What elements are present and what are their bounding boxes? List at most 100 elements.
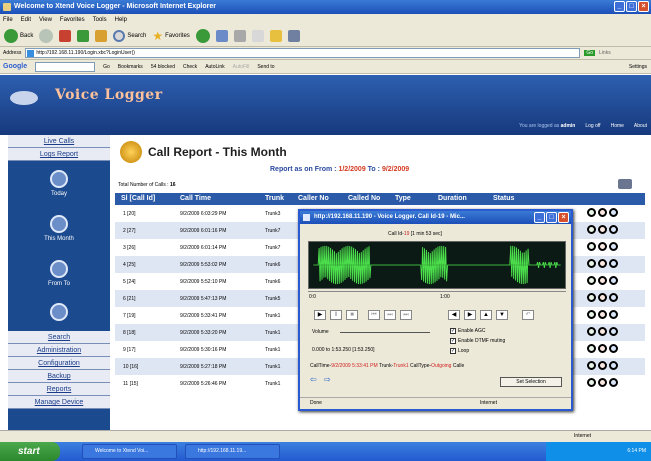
nav-from-to[interactable]: From To — [8, 260, 110, 287]
history-icon[interactable] — [215, 29, 228, 42]
start-button[interactable]: start — [0, 442, 60, 461]
loop-checkbox[interactable]: ✓ Loop — [450, 348, 469, 354]
links-button[interactable]: Links — [599, 50, 611, 56]
delete-icon[interactable] — [598, 344, 607, 353]
delete-icon[interactable] — [598, 327, 607, 336]
check-button[interactable]: Check — [183, 64, 197, 70]
delete-icon[interactable] — [598, 378, 607, 387]
settings-button[interactable]: Settings — [629, 64, 651, 70]
play-icon[interactable] — [587, 361, 596, 370]
forward-icon[interactable] — [39, 28, 54, 43]
nav-logs-report[interactable]: Logs Report — [8, 148, 110, 161]
folder-icon[interactable] — [269, 29, 282, 42]
home-link[interactable]: Home — [611, 123, 624, 129]
zoom-out-button[interactable]: ▶ — [464, 310, 476, 320]
info-icon[interactable] — [609, 259, 618, 268]
print-icon[interactable] — [618, 179, 632, 189]
info-icon[interactable] — [609, 361, 618, 370]
back-button[interactable]: Back — [4, 28, 33, 43]
autofill-button[interactable]: AutoFill — [233, 64, 250, 70]
play-icon[interactable] — [587, 242, 596, 251]
go-button[interactable]: Go — [584, 50, 596, 56]
autolink-button[interactable]: AutoLink — [205, 64, 224, 70]
next-arrow-icon[interactable]: ⇨ — [324, 375, 331, 384]
dtmf-checkbox[interactable]: ✓ Enable DTMF muting — [450, 338, 505, 344]
menu-edit[interactable]: Edit — [21, 17, 31, 23]
menu-favorites[interactable]: Favorites — [60, 17, 85, 23]
rewind-button[interactable]: ⏮ — [368, 310, 380, 320]
menu-file[interactable]: File — [3, 17, 13, 23]
address-input[interactable]: http://192.168.11.190/Login.xbc?LoginUse… — [25, 48, 581, 58]
play-icon[interactable] — [587, 344, 596, 353]
nav-reports[interactable]: Reports — [8, 383, 110, 396]
logoff-link[interactable]: Log off — [585, 123, 600, 129]
set-selection-button[interactable]: Set Selection — [500, 377, 562, 387]
menu-help[interactable]: Help — [115, 17, 127, 23]
delete-icon[interactable] — [598, 208, 607, 217]
nav-today[interactable]: Today — [8, 170, 110, 197]
popup-minimize-button[interactable]: _ — [534, 212, 545, 223]
info-icon[interactable] — [609, 276, 618, 285]
nav-manage-device[interactable]: Manage Device — [8, 396, 110, 409]
play-icon[interactable] — [587, 208, 596, 217]
play-button[interactable]: ▶ — [314, 310, 326, 320]
media-icon[interactable] — [195, 28, 210, 43]
bookmarks-button[interactable]: Bookmarks — [118, 64, 143, 70]
info-icon[interactable] — [609, 293, 618, 302]
minimize-button[interactable]: _ — [614, 1, 625, 12]
popup-close-button[interactable]: × — [558, 212, 569, 223]
play-icon[interactable] — [587, 276, 596, 285]
info-icon[interactable] — [609, 344, 618, 353]
nav-live-calls[interactable]: Live Calls — [8, 135, 110, 148]
play-icon[interactable] — [587, 378, 596, 387]
info-icon[interactable] — [609, 378, 618, 387]
stop-icon[interactable] — [59, 29, 72, 42]
delete-icon[interactable] — [598, 361, 607, 370]
end-button[interactable]: ⏭ — [400, 310, 412, 320]
pause-button[interactable]: Ⅱ — [330, 310, 342, 320]
delete-icon[interactable] — [598, 225, 607, 234]
fast-forward-button[interactable]: ⏭ — [384, 310, 396, 320]
google-go-button[interactable]: Go — [103, 64, 110, 70]
refresh-icon[interactable] — [77, 29, 90, 42]
info-icon[interactable] — [609, 242, 618, 251]
delete-icon[interactable] — [598, 276, 607, 285]
prev-arrow-icon[interactable]: ⇦ — [310, 375, 317, 384]
info-icon[interactable] — [609, 225, 618, 234]
play-icon[interactable] — [587, 259, 596, 268]
scroll-down-button[interactable]: ▼ — [496, 310, 508, 320]
nav-search[interactable]: Search — [8, 331, 110, 344]
home-icon[interactable] — [95, 29, 108, 42]
close-button[interactable]: × — [638, 1, 649, 12]
info-icon[interactable] — [609, 310, 618, 319]
nav-configuration[interactable]: Configuration — [8, 357, 110, 370]
play-icon[interactable] — [587, 293, 596, 302]
task-ie-main[interactable]: Welcome to Xtend Voi... — [82, 444, 177, 459]
nav-this-month[interactable]: This Month — [8, 215, 110, 242]
favorites-button[interactable]: ★ Favorites — [152, 29, 189, 43]
maximize-button[interactable]: □ — [626, 1, 637, 12]
menu-view[interactable]: View — [39, 17, 52, 23]
undo-button[interactable]: ↶ — [522, 310, 534, 320]
menu-tools[interactable]: Tools — [93, 17, 107, 23]
popup-blocked-button[interactable]: 54 blocked — [151, 64, 175, 70]
waveform-display[interactable] — [308, 241, 566, 289]
delete-icon[interactable] — [598, 310, 607, 319]
play-icon[interactable] — [587, 225, 596, 234]
scroll-up-button[interactable]: ▲ — [480, 310, 492, 320]
volume-slider[interactable] — [340, 332, 430, 333]
sendto-button[interactable]: Send to — [257, 64, 274, 70]
mail-icon[interactable] — [233, 29, 246, 42]
play-icon[interactable] — [587, 310, 596, 319]
print-icon[interactable] — [251, 29, 264, 42]
nav-administration[interactable]: Administration — [8, 344, 110, 357]
stop-button[interactable]: ■ — [346, 310, 358, 320]
nav-filter[interactable] — [8, 303, 110, 324]
play-icon[interactable] — [587, 327, 596, 336]
task-ie-popup[interactable]: http://192.168.11.19... — [185, 444, 280, 459]
search-button[interactable]: Search — [113, 29, 146, 42]
info-icon[interactable] — [609, 208, 618, 217]
delete-icon[interactable] — [598, 259, 607, 268]
about-link[interactable]: About — [634, 123, 647, 129]
delete-icon[interactable] — [598, 242, 607, 251]
